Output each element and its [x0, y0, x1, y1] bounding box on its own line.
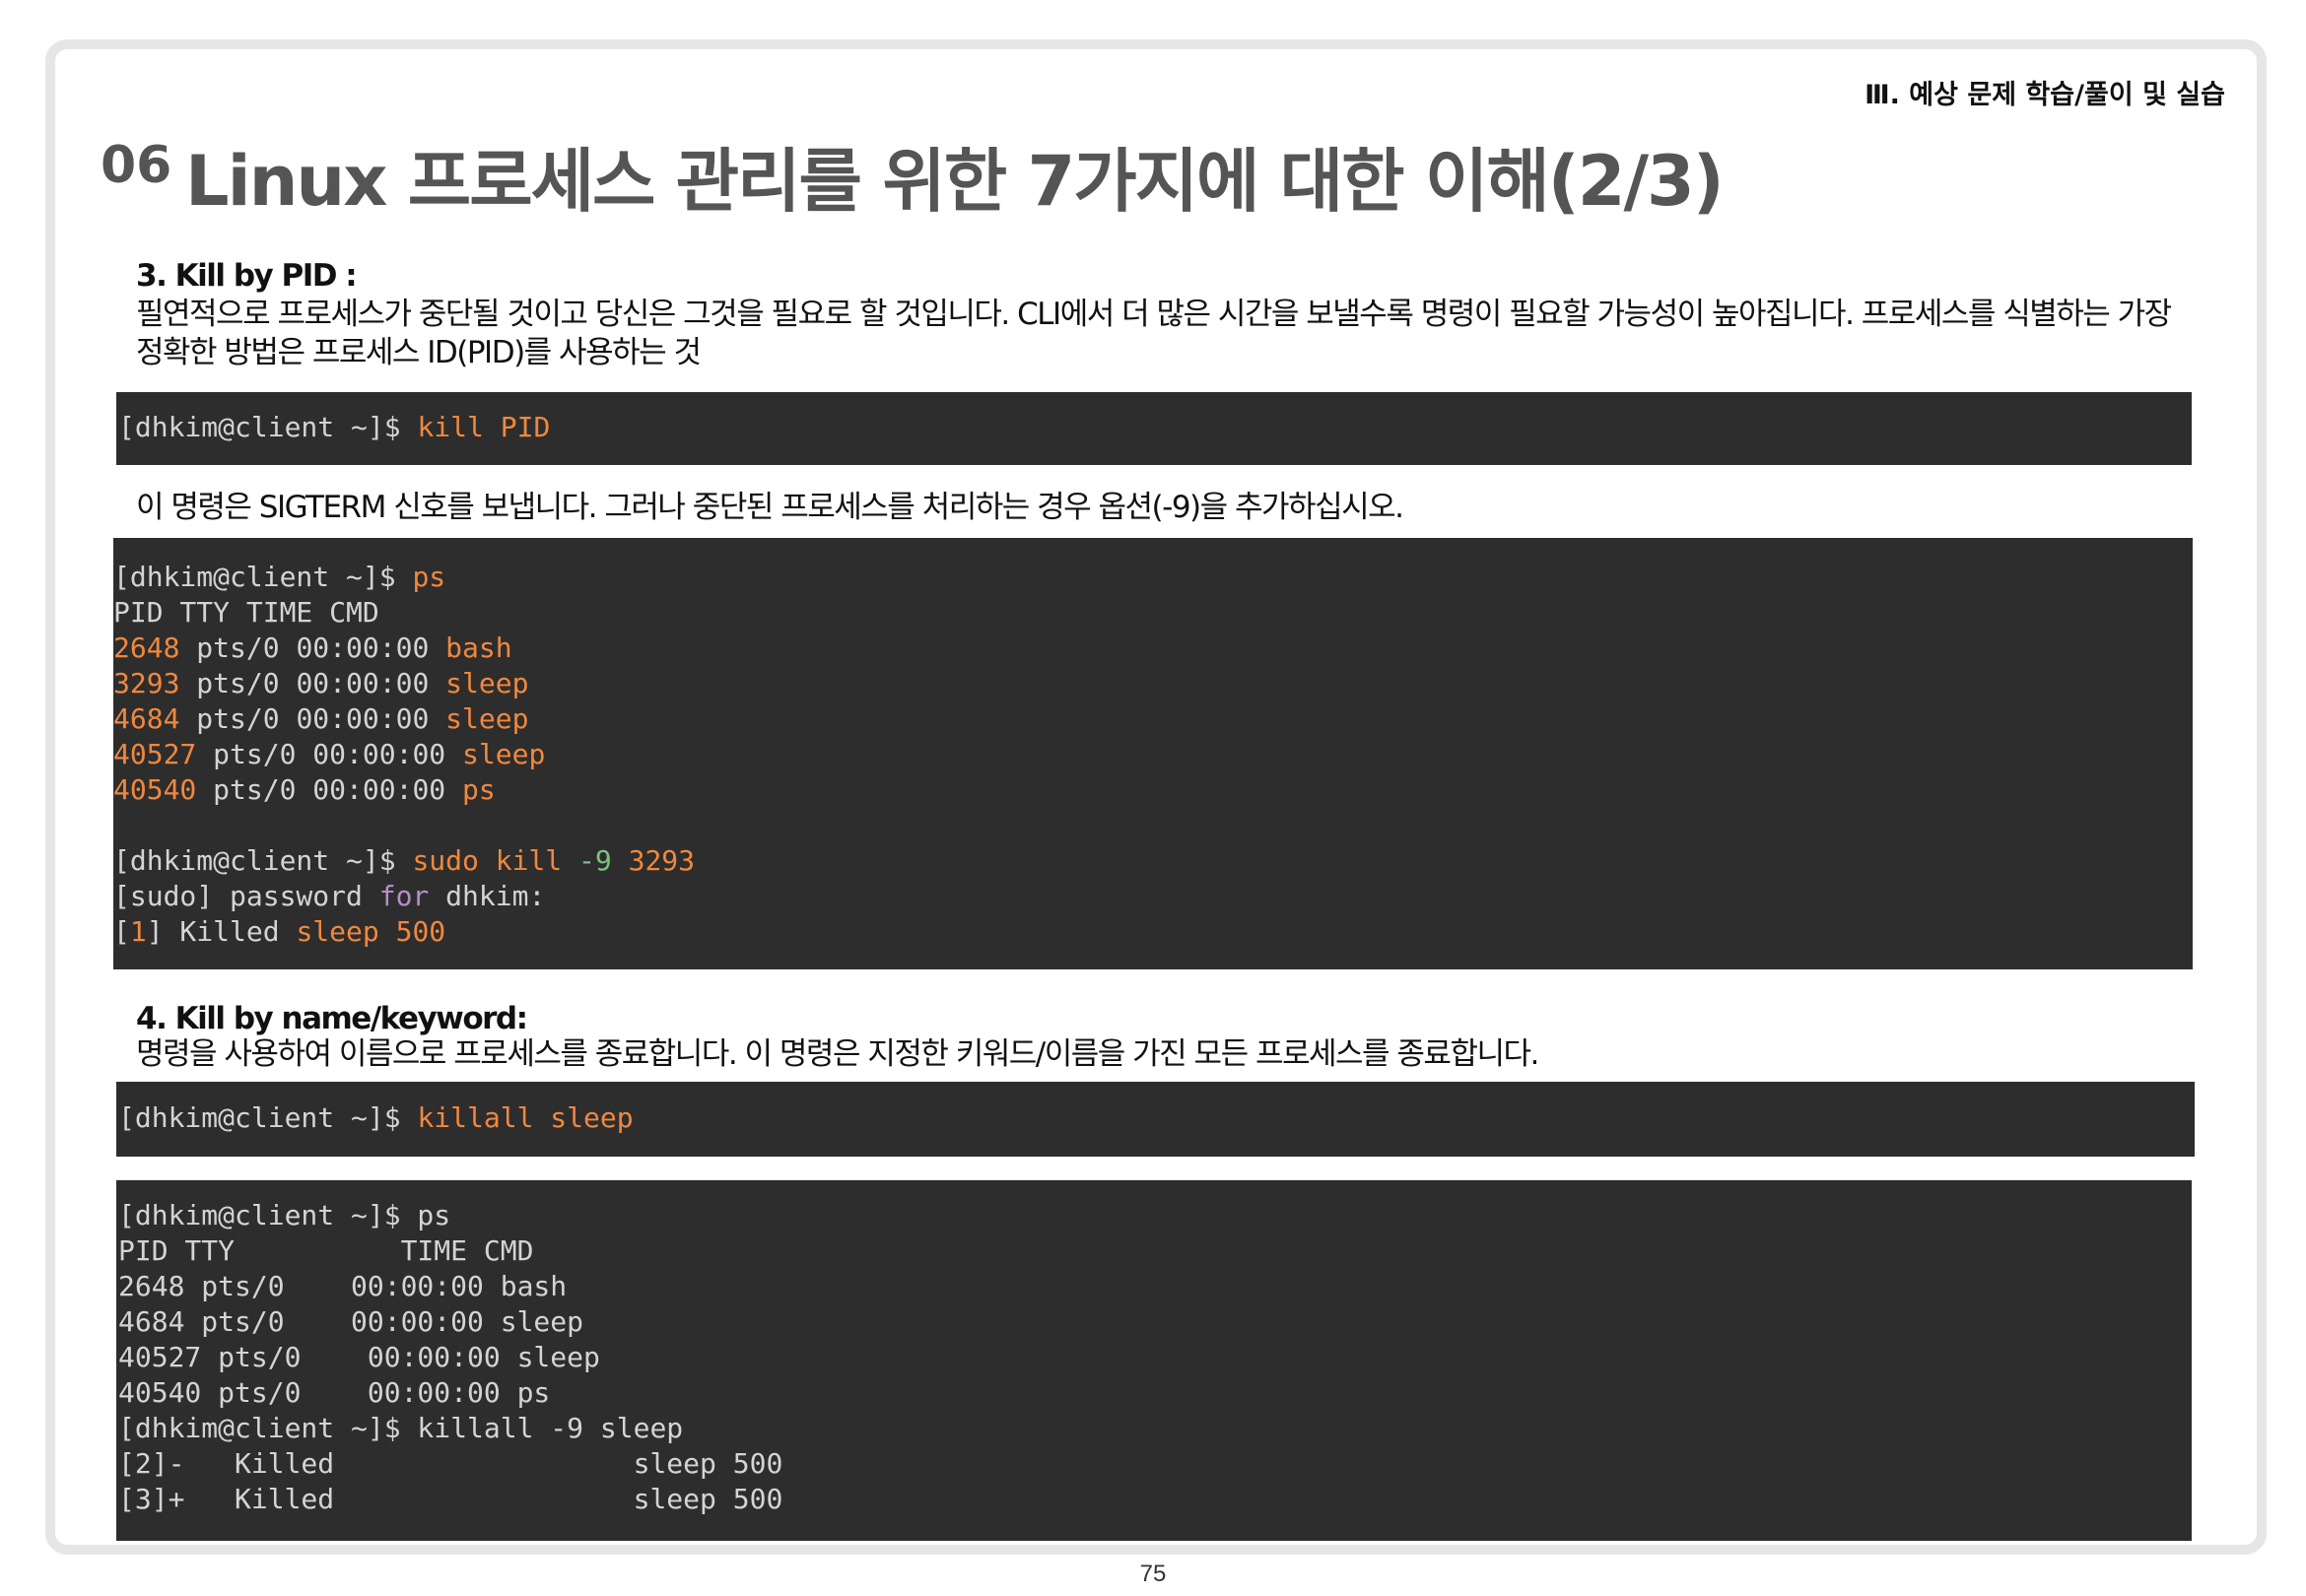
ps-row: 2648 pts/0 00:00:00 bash — [113, 631, 2193, 666]
ps-pid: 2648 — [113, 632, 180, 664]
terminal-line: 40527 pts/0 00:00:00 sleep — [118, 1341, 600, 1373]
job-number: 1 — [129, 915, 147, 948]
shell-prompt: [dhkim@client ~]$ — [113, 561, 413, 593]
ps-info: pts/0 00:00:00 — [179, 702, 446, 735]
killed-open: [ — [113, 915, 130, 948]
ps-cmd: sleep — [445, 702, 529, 735]
kill-by-name-description: 명령을 사용하여 이름으로 프로세스를 종료합니다. 이 명령은 지정한 키워드… — [136, 1036, 1539, 1072]
ps-pid: 4684 — [113, 702, 180, 735]
sudo-user: dhkim: — [429, 880, 546, 912]
ps-info: pts/0 00:00:00 — [179, 667, 446, 699]
terminal-line: [dhkim@client ~]$ kill PID — [118, 410, 2190, 445]
shell-prompt: [dhkim@client ~]$ — [118, 1101, 418, 1134]
killed-label: ] Killed — [146, 915, 297, 948]
terminal-line: [dhkim@client ~]$ killall sleep — [118, 1100, 2193, 1136]
kill-by-pid-heading: 3. Kill by PID : — [136, 258, 358, 294]
ps-row: 40540 pts/0 00:00:00 ps — [113, 772, 2193, 808]
terminal-line: [dhkim@client ~]$ killall -9 sleep — [118, 1412, 684, 1444]
terminal-command: killall sleep — [417, 1101, 634, 1134]
ps-cmd: sleep — [462, 738, 546, 770]
ps-info: pts/0 00:00:00 — [196, 738, 463, 770]
kill-by-name-heading: 4. Kill by name/keyword: — [136, 1001, 528, 1036]
sudo-prefix: [sudo] password — [113, 880, 379, 912]
kill-command: sudo kill — [412, 844, 563, 877]
ps-info: pts/0 00:00:00 — [179, 632, 446, 664]
terminal-line: [2]- Killed sleep 500 — [118, 1447, 783, 1480]
ps-info: pts/0 00:00:00 — [196, 773, 463, 806]
ps-cmd: bash — [445, 632, 512, 664]
shell-prompt: [dhkim@client ~]$ — [118, 411, 418, 443]
terminal-line: 40540 pts/0 00:00:00 ps — [118, 1376, 551, 1409]
killed-line: [1] Killed sleep 500 — [113, 914, 2193, 950]
terminal-line: [dhkim@client ~]$ sudo kill -9 3293 — [113, 843, 2193, 879]
ps-cmd: sleep — [445, 667, 529, 699]
terminal-line: [dhkim@client ~]$ ps — [118, 1199, 451, 1231]
ps-row: 4684 pts/0 00:00:00 sleep — [113, 701, 2193, 737]
ps-row: 40527 pts/0 00:00:00 sleep — [113, 737, 2193, 772]
ps-row: 3293 pts/0 00:00:00 sleep — [113, 666, 2193, 701]
title-number: 06 — [101, 136, 172, 195]
terminal-killall-output: [dhkim@client ~]$ ps PID TTY TIME CMD 2648… — [116, 1180, 2192, 1541]
kill-flag: -9 — [562, 844, 612, 877]
ps-pid: 3293 — [113, 667, 180, 699]
section-label: Ⅲ. 예상 문제 학습/풀이 및 실습 — [1865, 80, 2225, 110]
terminal-ps-kill: [dhkim@client ~]$ ps PID TTY TIME CMD 2648… — [113, 538, 2193, 969]
killed-command: sleep 500 — [296, 915, 446, 948]
sigterm-note: 이 명령은 SIGTERM 신호를 보냅니다. 그러나 중단된 프로세스를 처리… — [136, 490, 1404, 525]
ps-cmd: ps — [462, 773, 496, 806]
terminal-kill-pid: [dhkim@client ~]$ kill PID — [116, 392, 2192, 465]
shell-prompt: [dhkim@client ~]$ — [113, 844, 413, 877]
sudo-prompt-line: [sudo] password for dhkim: — [113, 879, 2193, 914]
ps-pid: 40527 — [113, 738, 197, 770]
terminal-line: PID TTY TIME CMD — [118, 1234, 534, 1267]
terminal-line: [dhkim@client ~]$ ps — [113, 560, 2193, 595]
kill-by-pid-description: 필연적으로 프로세스가 중단될 것이고 당신은 그것을 필요로 할 것입니다. … — [136, 297, 2172, 370]
ps-pid: 40540 — [113, 773, 197, 806]
terminal-line: 2648 pts/0 00:00:00 bash — [118, 1270, 568, 1302]
kill-pid: 3293 — [611, 844, 696, 877]
terminal-killall: [dhkim@client ~]$ killall sleep — [116, 1082, 2195, 1157]
terminal-line: [3]+ Killed sleep 500 — [118, 1483, 783, 1515]
terminal-command: ps — [412, 561, 446, 593]
page-title: Linux 프로세스 관리를 위한 7가지에 대한 이해(2/3) — [185, 141, 1725, 222]
sudo-for-keyword: for — [378, 880, 430, 912]
terminal-line: 4684 pts/0 00:00:00 sleep — [118, 1305, 584, 1338]
ps-header: PID TTY TIME CMD — [113, 596, 379, 629]
page-number: 75 — [1139, 1561, 1167, 1587]
terminal-command: kill PID — [417, 411, 551, 443]
